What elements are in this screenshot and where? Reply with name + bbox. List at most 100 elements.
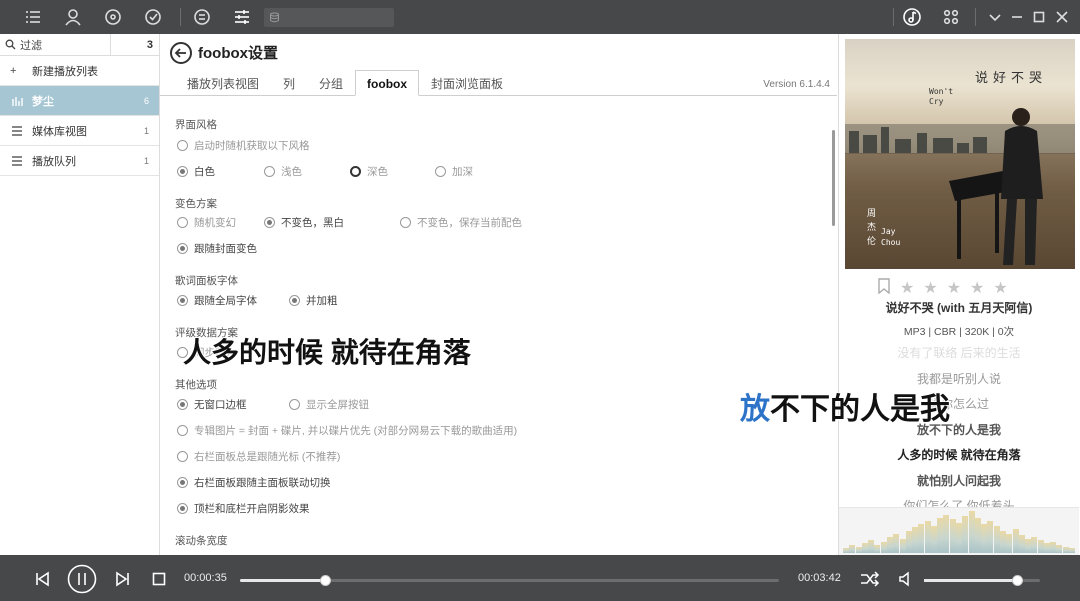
sidebar-item-label: 梦尘 [32,95,54,108]
spectrum-bar [899,538,906,553]
close-icon[interactable] [1052,7,1072,27]
volume-icon[interactable] [898,571,914,587]
sidebar-item-mengchen[interactable]: 梦尘 6 [0,86,159,116]
star-icon[interactable]: ★ [923,278,937,298]
spectrum-bar [1018,535,1025,553]
stop-icon[interactable] [152,572,166,586]
section-color-scheme-heading: 变色方案 [175,198,217,210]
star-icon[interactable]: ★ [947,278,961,298]
radio [177,295,188,306]
volume-slider[interactable] [924,575,1040,586]
tab-columns[interactable]: 列 [271,70,307,96]
star-icon[interactable]: ★ [993,278,1007,298]
album-icon[interactable] [103,7,123,27]
spectrum-bar [1050,541,1057,553]
cover-artist-cn: 周杰伦 [867,209,877,247]
next-icon[interactable] [115,571,131,587]
toolbar-divider [975,8,976,26]
option-font-bold[interactable]: 并加粗 [289,293,338,308]
filter-row: 过滤 3 [0,33,159,56]
option-style-dark[interactable]: 深色 [350,164,388,179]
sidebar-item-label: 媒体库视图 [32,125,87,138]
spectrum-bar [930,525,937,553]
spectrum-bar [855,546,862,553]
scrollbar[interactable] [832,130,835,226]
spectrum-bar [874,545,881,553]
radio [400,217,411,228]
spectrum-bar [993,525,1000,553]
tab-grouping[interactable]: 分组 [307,70,355,96]
option-style-white[interactable]: 白色 [177,164,215,179]
option-style-deeper[interactable]: 加深 [435,164,473,179]
maximize-icon[interactable] [1029,7,1049,27]
new-playlist-button[interactable]: + 新建播放列表 [0,56,159,86]
option-album-art-disc[interactable]: 专辑图片 = 封面 + 碟片, 并以碟片优先 (对部分网易云下载的歌曲适用) [177,423,517,438]
spectrum-bar [1062,546,1069,553]
music-note-icon[interactable] [902,7,922,27]
option-shadow[interactable]: 顶栏和底栏开启阴影效果 [177,501,310,516]
option-fullscreen-button[interactable]: 显示全屏按钮 [289,397,369,412]
option-random-style[interactable]: 启动时随机获取以下风格 [177,138,310,153]
artist-icon[interactable] [63,7,83,27]
settings-tabs: 播放列表视图 列 分组 foobox 封面浏览面板 [175,70,515,96]
shuffle-icon[interactable] [860,571,880,587]
chevron-down-icon[interactable] [985,7,1005,27]
desktop-lyric-line-1: 人多的时候 就待在角落 [182,336,471,369]
bookmark-icon[interactable] [877,278,891,294]
genre-icon[interactable] [143,7,163,27]
toolbar-divider [893,8,894,26]
seek-bar[interactable] [240,575,779,586]
settings-header: foobox设置 播放列表视图 列 分组 foobox 封面浏览面板 Versi… [160,34,837,96]
option-linked-switch[interactable]: 右栏面板跟随主面板联动切换 [177,475,331,490]
option-style-light[interactable]: 浅色 [264,164,302,179]
spectrum-bar [937,517,944,553]
star-icon[interactable]: ★ [900,278,914,298]
grid-icon[interactable] [941,7,961,27]
tab-cover-browser[interactable]: 封面浏览面板 [419,70,515,96]
desktop-lyric-highlight: 放 [739,392,771,427]
filter-count: 3 [146,38,153,51]
playlist-icon[interactable] [23,7,43,27]
settings-sliders-icon[interactable] [232,7,252,27]
tab-playlist-view[interactable]: 播放列表视图 [175,70,271,96]
spectrum-bar [918,524,925,553]
spectrum-bar [886,537,893,553]
option-color-random[interactable]: 随机变幻 [177,215,236,230]
song-meta: MP3 | CBR | 320K | 0次 [903,326,1015,338]
star-icon[interactable]: ★ [970,278,984,298]
seek-bar-handle[interactable] [320,575,332,586]
back-button[interactable] [170,42,192,64]
radio [289,295,300,306]
minimize-icon[interactable] [1007,7,1027,27]
radio [177,399,188,410]
spectrum-bar [868,540,875,553]
spectrum-bar [849,545,856,553]
option-follow-cursor[interactable]: 右栏面板总是跟随光标 (不推荐) [177,449,340,464]
sidebar-item-library[interactable]: 媒体库视图 1 [0,116,159,146]
sidebar-item-count: 1 [143,155,149,166]
tab-foobox[interactable]: foobox [355,70,420,96]
database-icon [270,12,279,23]
radio [177,425,188,436]
top-toolbar [0,0,1080,34]
spectrum-bar [905,530,912,553]
option-borderless[interactable]: 无窗口边框 [177,397,247,412]
queue-icon[interactable] [192,7,212,27]
option-label: 启动时随机获取以下风格 [194,140,310,152]
option-label: 加深 [452,166,473,178]
filter-input[interactable]: 过滤 [0,33,111,56]
pause-icon[interactable] [67,564,97,594]
option-font-global[interactable]: 跟随全局字体 [177,293,257,308]
option-label: 浅色 [281,166,302,178]
desktop-lyric-line-2: 放不下的人是我 [739,384,951,428]
previous-icon[interactable] [34,571,50,587]
radio [264,217,275,228]
option-color-keep[interactable]: 不变色，保存当前配色 [400,215,522,230]
option-color-bw[interactable]: 不变色，黑白 [264,215,344,230]
volume-slider-handle[interactable] [1011,575,1023,586]
sidebar-item-queue[interactable]: 播放队列 1 [0,146,159,176]
song-title: 说好不哭 (with 五月天阿信) [885,301,1033,315]
option-color-follow-cover[interactable]: 跟随封面变色 [177,241,257,256]
spectrum-bar [956,522,962,553]
search-input[interactable] [264,8,394,27]
